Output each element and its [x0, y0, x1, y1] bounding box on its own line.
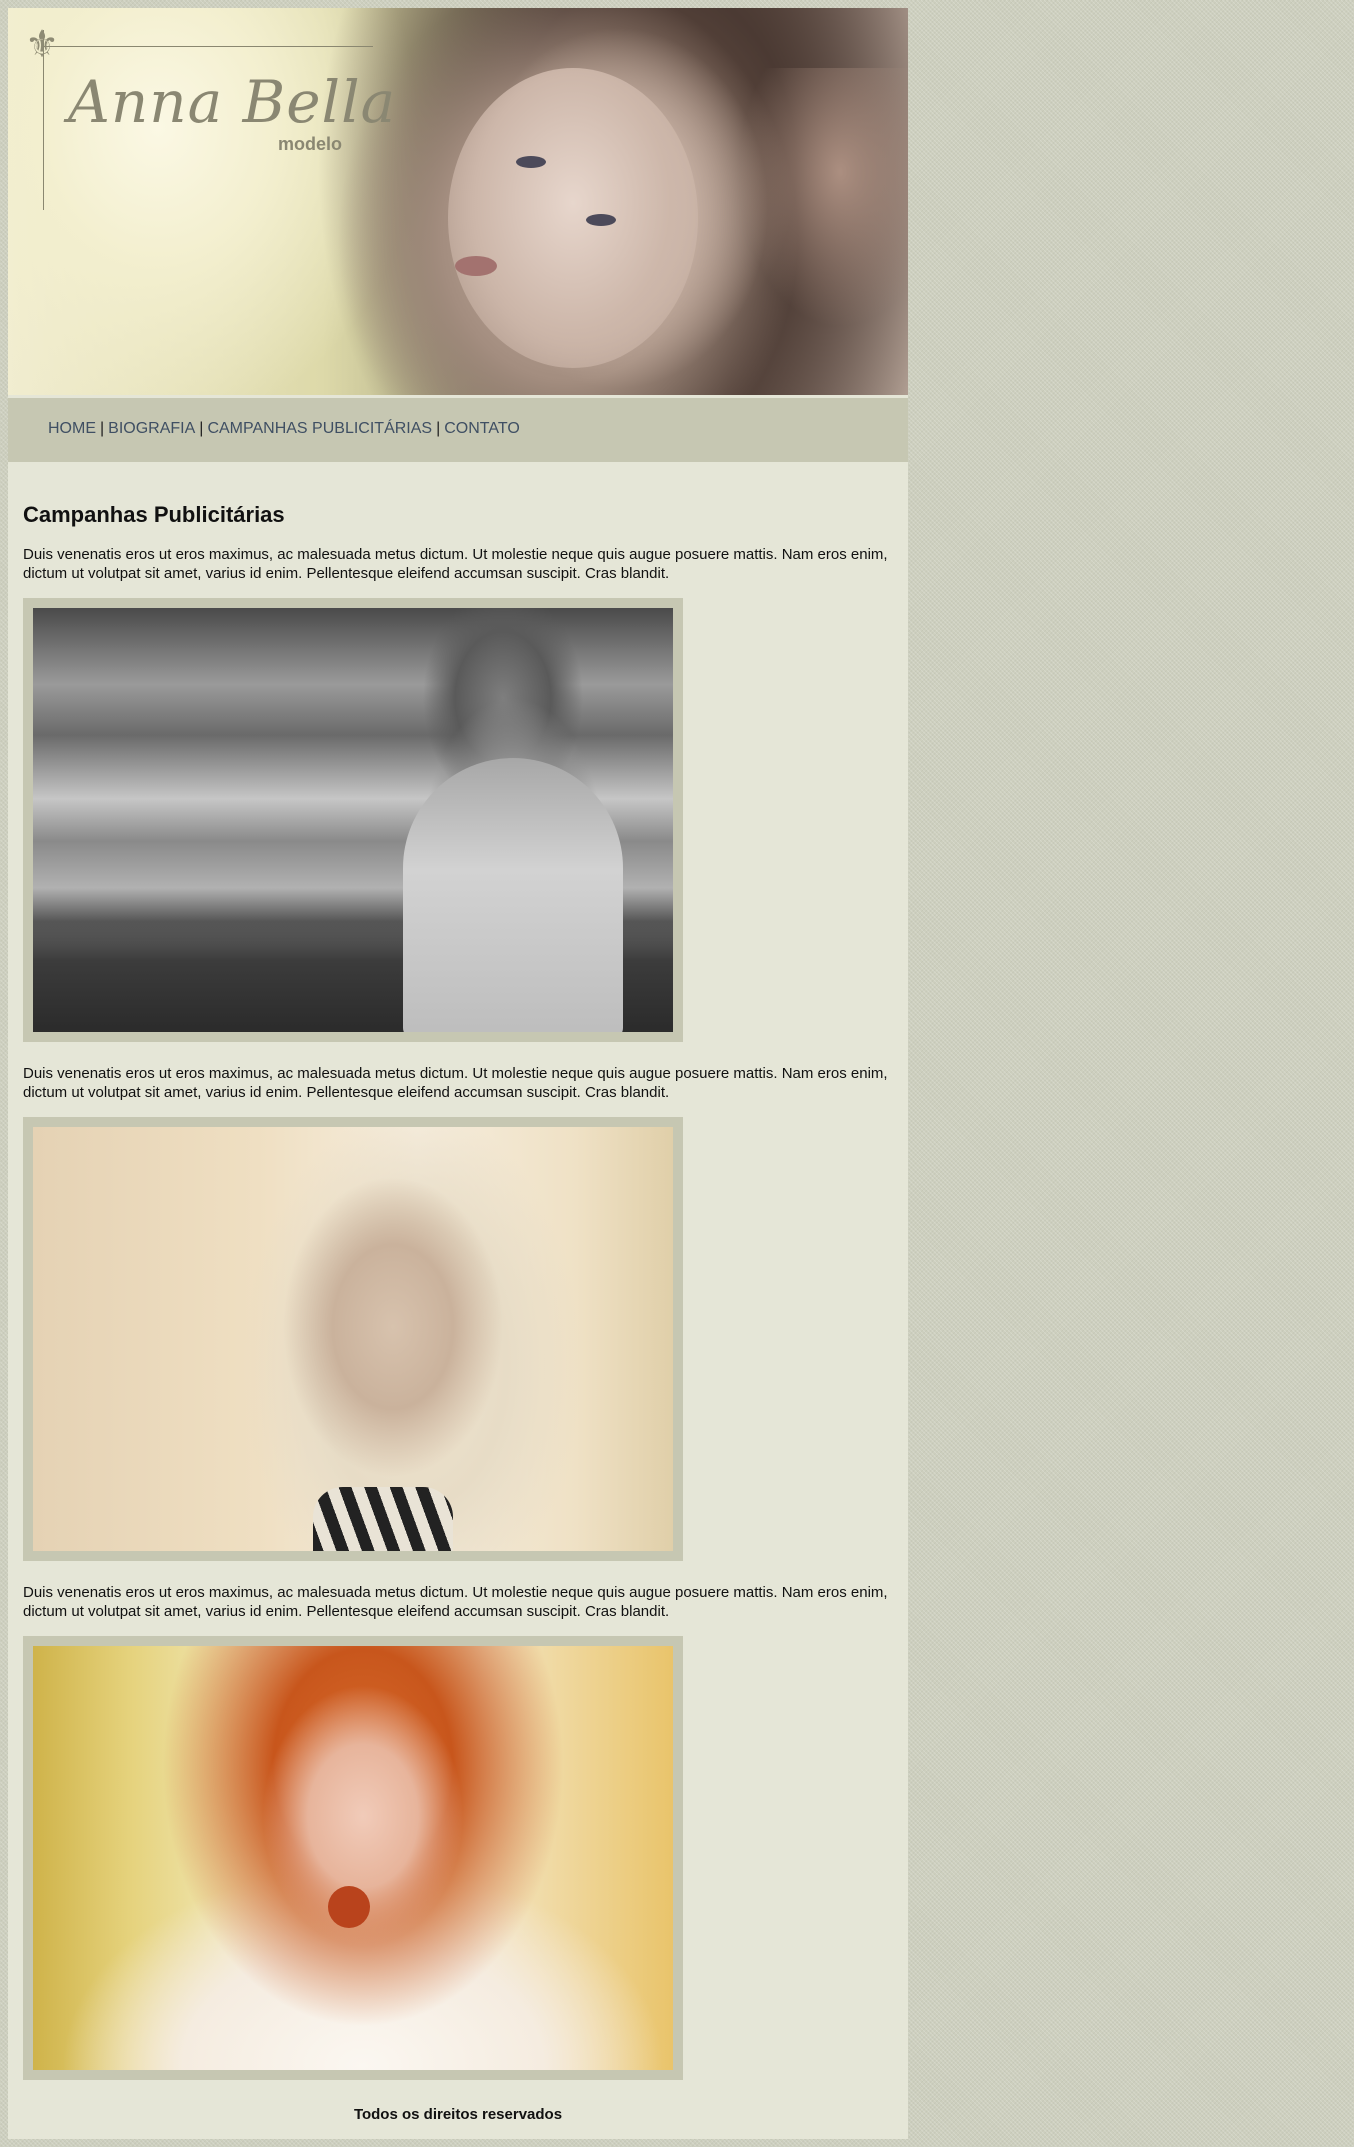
- section-text: Duis venenatis eros ut eros maximus, ac …: [23, 546, 888, 582]
- brand-tagline: modelo: [278, 134, 343, 154]
- nav-link-home[interactable]: HOME: [48, 420, 96, 437]
- nav-separator: |: [436, 420, 441, 437]
- nav-separator: |: [199, 420, 204, 437]
- decorative-line-horizontal: [43, 46, 373, 47]
- banner-hand: [738, 68, 908, 328]
- nav-link-campanhas[interactable]: CAMPANHAS PUBLICITÁRIAS: [207, 420, 432, 437]
- campaign-photo-bw-seaside: [33, 608, 673, 1032]
- footer-copyright: Todos os direitos reservados: [353, 2106, 563, 2123]
- photo-earring: [328, 1886, 370, 1928]
- nav-link-biografia[interactable]: BIOGRAFIA: [108, 420, 195, 437]
- header-banner: ⚜ Anna Bella modelo: [8, 8, 908, 395]
- photo-model: [403, 758, 623, 1032]
- banner-lips: [455, 256, 497, 276]
- nav-separator: |: [100, 420, 105, 437]
- banner-eye-left: [516, 156, 546, 168]
- fleur-de-lis-icon: ⚜: [25, 24, 60, 66]
- section-text: Duis venenatis eros ut eros maximus, ac …: [23, 1584, 888, 1620]
- campaign-photo-blonde: [33, 1127, 673, 1551]
- page-container: ⚜ Anna Bella modelo HOME | BIOGRAFIA | CAMPA…: [8, 8, 908, 2139]
- brand-name[interactable]: Anna Bella: [68, 68, 396, 136]
- page-title: Campanhas Publicitárias: [23, 502, 285, 527]
- banner-face: [448, 68, 698, 368]
- main-nav: HOME | BIOGRAFIA | CAMPANHAS PUBLICITÁRIAS | C…: [8, 398, 908, 462]
- photo-frame: [23, 1636, 683, 2080]
- section-text: Duis venenatis eros ut eros maximus, ac …: [23, 1065, 888, 1101]
- photo-frame: [23, 1117, 683, 1561]
- campaign-photo-redhead: [33, 1646, 673, 2070]
- photo-frame: [23, 598, 683, 1042]
- banner-eye-right: [586, 214, 616, 226]
- nav-link-contato[interactable]: CONTATO: [444, 420, 520, 437]
- photo-striped-top: [313, 1487, 453, 1551]
